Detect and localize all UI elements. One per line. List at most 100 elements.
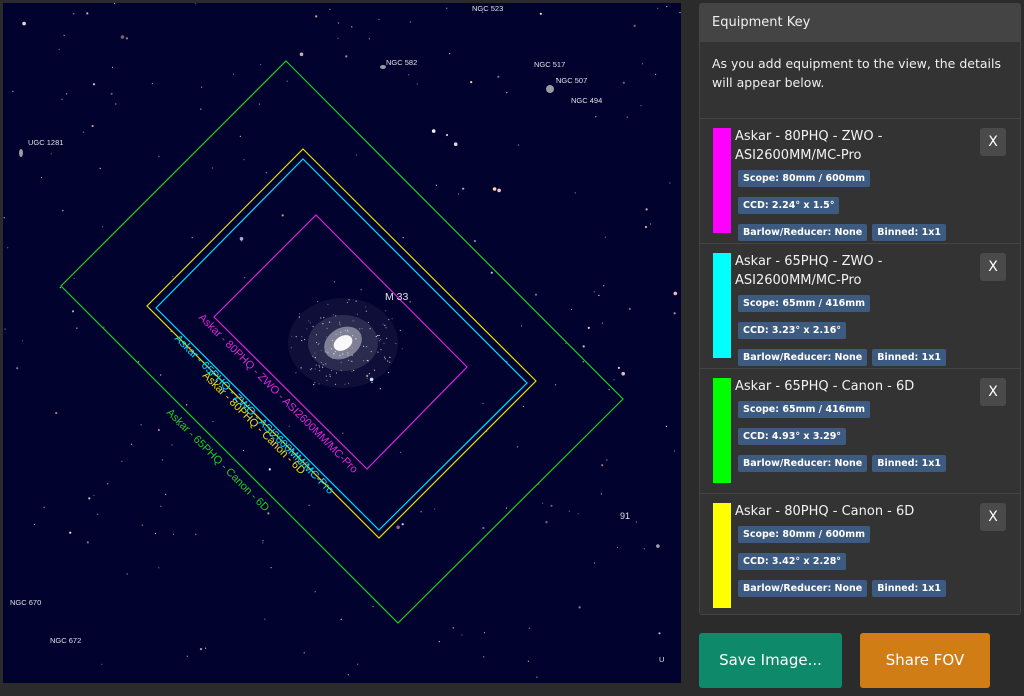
star bbox=[211, 167, 213, 169]
star bbox=[160, 374, 162, 376]
star bbox=[582, 345, 585, 348]
remove-equipment-button[interactable]: X bbox=[980, 378, 1006, 406]
ccd-badge: CCD: 3.42° x 2.28° bbox=[738, 553, 847, 570]
equipment-badges: Scope: 80mm / 600mm CCD: 3.42° x 2.28° Ba… bbox=[738, 522, 978, 603]
star bbox=[50, 153, 52, 155]
star bbox=[320, 349, 322, 351]
star bbox=[315, 15, 318, 18]
object-label: U bbox=[659, 655, 664, 664]
star bbox=[318, 364, 320, 366]
star bbox=[191, 237, 193, 239]
star bbox=[603, 285, 605, 287]
star bbox=[617, 366, 621, 369]
star bbox=[107, 483, 109, 485]
star bbox=[327, 351, 329, 353]
star bbox=[595, 116, 597, 118]
star bbox=[679, 12, 681, 14]
star bbox=[408, 74, 410, 76]
star bbox=[346, 301, 348, 304]
star bbox=[527, 660, 530, 662]
star bbox=[497, 188, 501, 193]
star bbox=[268, 468, 271, 471]
star bbox=[384, 356, 386, 358]
star bbox=[457, 193, 460, 195]
star bbox=[338, 341, 340, 343]
star bbox=[568, 510, 570, 512]
star bbox=[635, 521, 637, 523]
star bbox=[120, 35, 125, 39]
star bbox=[61, 98, 63, 100]
sky-chart[interactable]: Askar - 65PHQ - Canon - 6D Askar - 80PHQ… bbox=[3, 3, 681, 683]
star bbox=[7, 247, 9, 249]
star bbox=[329, 8, 331, 10]
star bbox=[327, 303, 329, 305]
panel-intro: As you add equipment to the view, the de… bbox=[700, 42, 1020, 119]
star bbox=[382, 323, 384, 325]
star bbox=[158, 156, 160, 158]
star bbox=[650, 223, 652, 225]
star bbox=[73, 277, 75, 279]
star bbox=[334, 351, 336, 353]
star bbox=[534, 293, 538, 296]
star bbox=[326, 327, 328, 329]
star bbox=[352, 335, 354, 337]
object-label: 91 bbox=[620, 511, 630, 521]
star bbox=[462, 187, 465, 190]
sky-chart-canvas[interactable]: Askar - 65PHQ - Canon - 6D Askar - 80PHQ… bbox=[3, 3, 681, 683]
star bbox=[69, 531, 72, 534]
star bbox=[333, 281, 335, 283]
star bbox=[312, 325, 314, 328]
star bbox=[62, 210, 64, 212]
ccd-badge: CCD: 3.23° x 2.16° bbox=[738, 322, 847, 339]
star bbox=[265, 172, 267, 174]
remove-equipment-button[interactable]: X bbox=[980, 253, 1006, 281]
star bbox=[461, 634, 463, 636]
star bbox=[621, 371, 625, 376]
star bbox=[622, 81, 625, 84]
binned-badge: Binned: 1x1 bbox=[872, 224, 946, 241]
star bbox=[608, 388, 610, 391]
star bbox=[375, 335, 377, 338]
star bbox=[483, 632, 486, 634]
star bbox=[311, 368, 313, 370]
binned-badge: Binned: 1x1 bbox=[872, 455, 946, 472]
star bbox=[506, 92, 508, 94]
star bbox=[373, 369, 376, 371]
star bbox=[4, 328, 6, 330]
star bbox=[101, 663, 103, 665]
star bbox=[342, 343, 344, 346]
star bbox=[378, 340, 380, 342]
star bbox=[337, 37, 339, 40]
star bbox=[342, 353, 344, 355]
star bbox=[347, 382, 350, 384]
star bbox=[55, 411, 58, 415]
star bbox=[389, 361, 391, 363]
save-image-button[interactable]: Save Image... bbox=[699, 633, 842, 688]
star bbox=[335, 315, 337, 317]
star bbox=[643, 548, 646, 550]
share-fov-button[interactable]: Share FOV bbox=[860, 633, 990, 688]
star bbox=[340, 618, 342, 621]
equipment-name: Askar - 65PHQ - ZWO - ASI2600MM/MC-Pro bbox=[735, 254, 883, 288]
star bbox=[331, 339, 334, 341]
star bbox=[344, 330, 347, 332]
star bbox=[347, 342, 349, 344]
star bbox=[172, 533, 174, 535]
star bbox=[172, 275, 174, 277]
star bbox=[324, 351, 326, 353]
star bbox=[290, 347, 292, 349]
star bbox=[402, 237, 404, 239]
remove-equipment-button[interactable]: X bbox=[980, 128, 1006, 156]
star bbox=[325, 363, 327, 365]
star bbox=[314, 357, 316, 359]
scope-badge: Scope: 65mm / 416mm bbox=[738, 401, 871, 418]
star bbox=[360, 289, 362, 291]
star bbox=[385, 327, 387, 329]
remove-equipment-button[interactable]: X bbox=[980, 503, 1006, 531]
star bbox=[528, 627, 531, 629]
star bbox=[345, 55, 348, 58]
star bbox=[574, 192, 576, 194]
star bbox=[171, 444, 173, 446]
star bbox=[16, 367, 19, 370]
binned-badge: Binned: 1x1 bbox=[872, 580, 946, 597]
